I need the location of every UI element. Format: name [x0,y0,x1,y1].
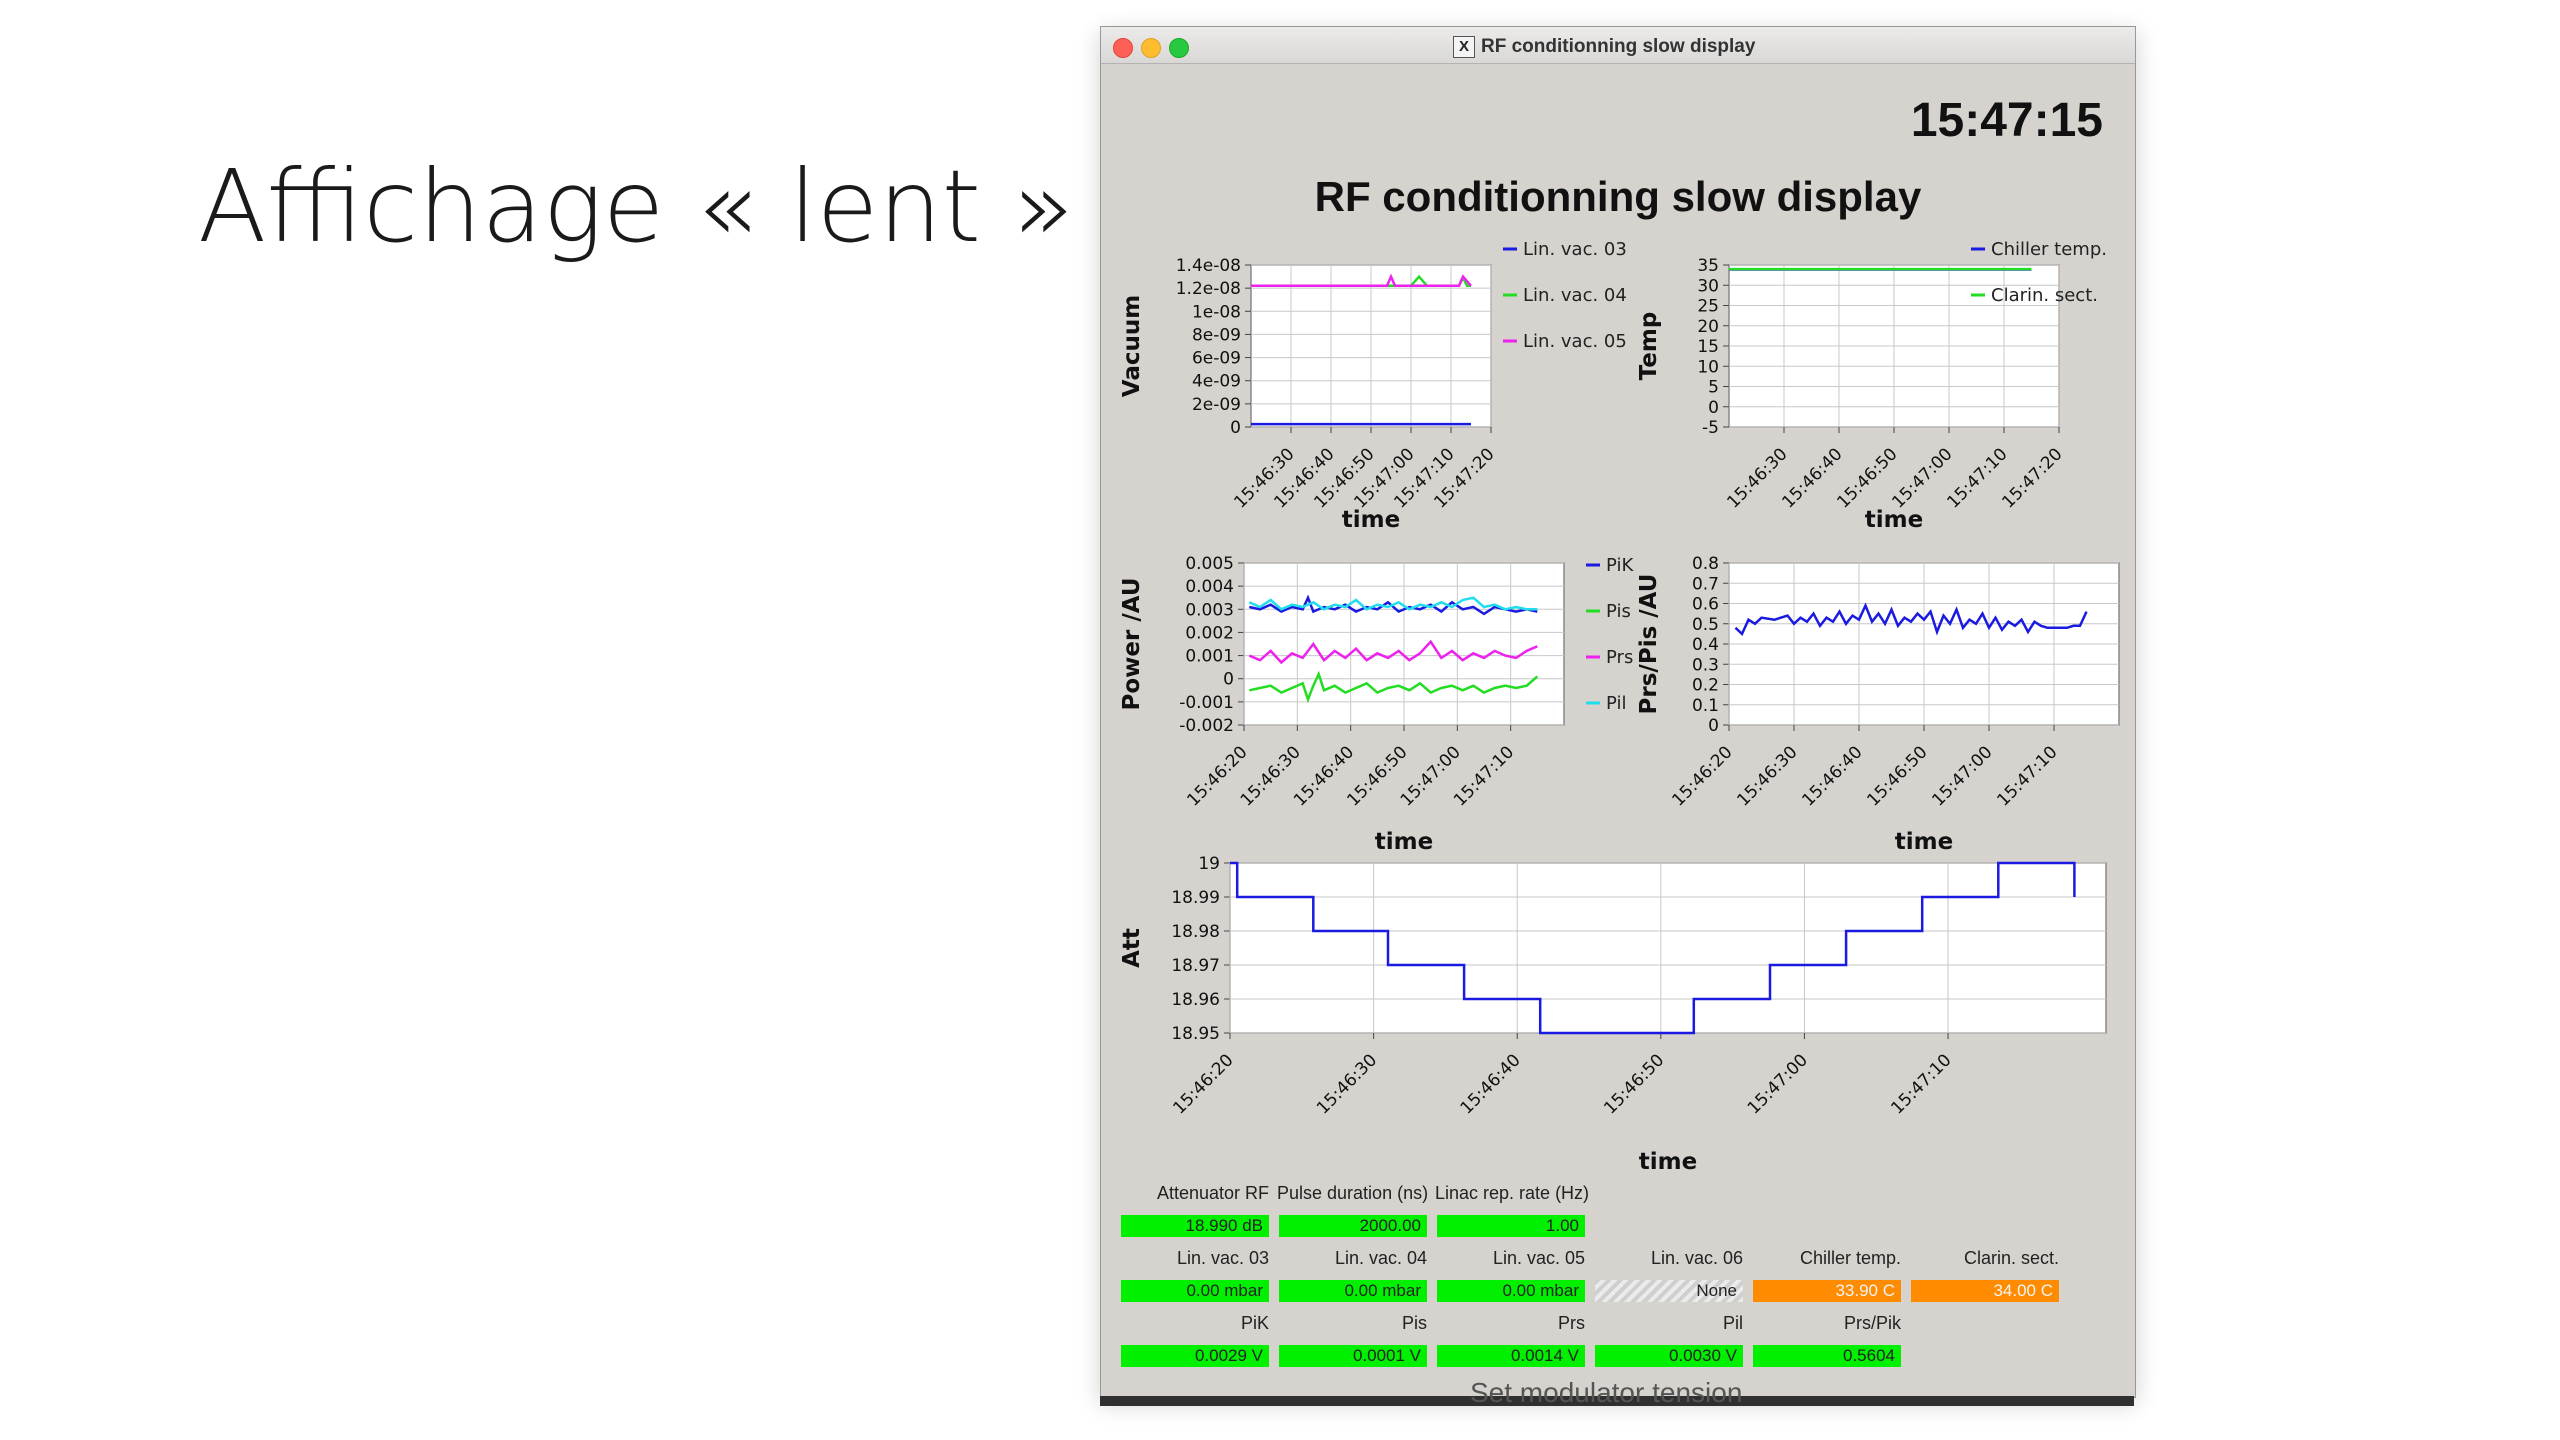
y-axis-label: Att [1119,928,1145,968]
status-label: Chiller temp. [1799,1248,1901,1268]
status-label: Pis [1401,1313,1427,1333]
status-label: Lin. vac. 06 [1650,1248,1743,1268]
x-tick-label: 15:46:20 [1169,1050,1237,1118]
status-label: Linac rep. rate (Hz) [1435,1183,1590,1203]
y-tick-label: 18.99 [1171,888,1220,908]
app-window: X RF conditionning slow display 15:47:15… [1100,26,2136,1398]
x-axis-label: time [1639,1149,1697,1175]
x-tick-label: 15:46:40 [1457,1050,1525,1118]
status-label: Attenuator RF [1156,1183,1269,1203]
status-label: Prs [1558,1313,1585,1333]
status-label: Pil [1722,1313,1743,1333]
status-value: 0.0014 V [1437,1345,1585,1367]
status-label: Lin. vac. 03 [1176,1248,1269,1268]
status-value: 2000.00 [1279,1215,1427,1237]
y-tick-label: 18.97 [1171,956,1220,976]
plot-area [1229,862,2107,1034]
status-label: Pulse duration (ns) [1277,1183,1429,1203]
status-value: 0.0029 V [1121,1345,1269,1367]
status-label: Clarin. sect. [1963,1248,2059,1268]
x-tick-label: 15:46:50 [1600,1050,1668,1118]
x-tick-label: 15:47:00 [1744,1050,1812,1118]
status-value: 0.0001 V [1279,1345,1427,1367]
status-value: 1.00 [1437,1215,1585,1237]
status-label: Lin. vac. 05 [1492,1248,1585,1268]
status-value: 18.990 dB [1121,1215,1269,1237]
y-tick-label: 19 [1198,854,1220,874]
status-value: 34.00 C [1911,1280,2059,1302]
status-value: 0.00 mbar [1121,1280,1269,1302]
x-tick-label: 15:47:10 [1887,1050,1955,1118]
x-tick-label: 15:46:30 [1313,1050,1381,1118]
status-label: Prs/Pik [1843,1313,1901,1333]
status-value: 0.0030 V [1595,1345,1743,1367]
status-label: PiK [1240,1313,1269,1333]
att-chart: 19 18.99 18.98 18.97 18.96 18.95 15:46:20 15:46… [1119,854,2107,1175]
status-label: Lin. vac. 04 [1334,1248,1427,1268]
y-tick-label: 18.96 [1171,990,1220,1010]
status-value: 0.00 mbar [1437,1280,1585,1302]
status-value: None [1595,1280,1743,1302]
y-tick-label: 18.95 [1171,1024,1220,1044]
status-value: 33.90 C [1753,1280,1901,1302]
y-tick-label: 18.98 [1171,922,1220,942]
slide-title: Affichage « lent » [198,148,1074,265]
status-value: 0.5604 [1753,1345,1901,1367]
background-partial-text: Set modulator tension [1470,1377,1743,1408]
status-value: 0.00 mbar [1279,1280,1427,1302]
